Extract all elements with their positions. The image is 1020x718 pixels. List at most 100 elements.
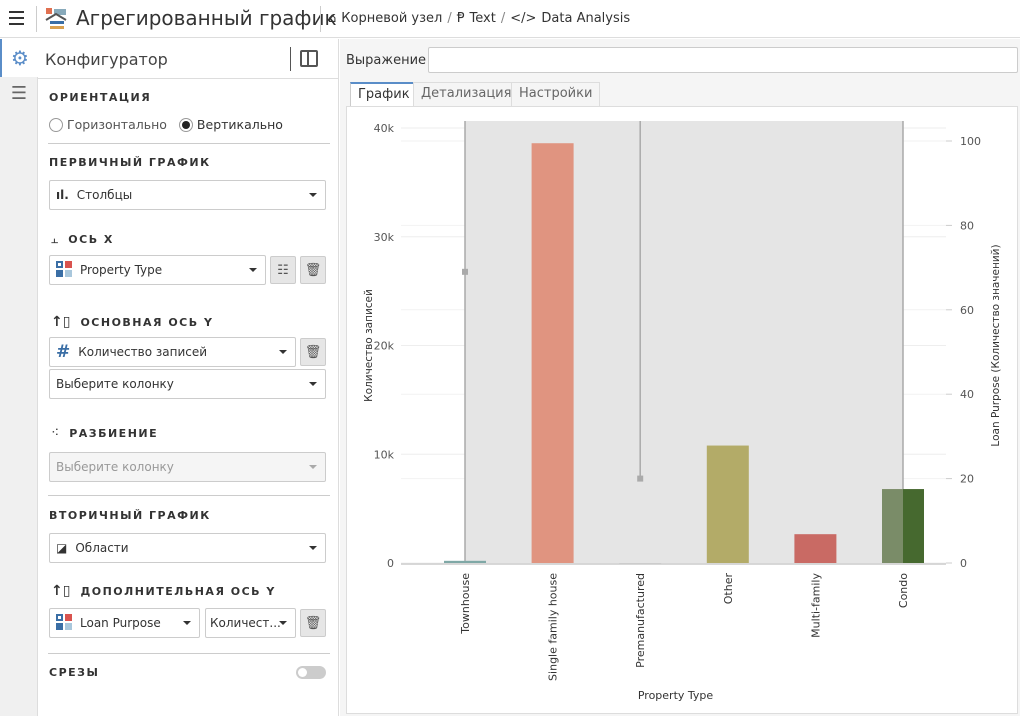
- divider: [320, 6, 321, 32]
- tab-chart[interactable]: График: [350, 82, 418, 106]
- sliders-icon[interactable]: ☰: [0, 83, 38, 113]
- y-axis-select[interactable]: # Количество записей: [49, 337, 296, 367]
- layout-toggle-icon[interactable]: [300, 50, 318, 67]
- orientation-label: ОРИЕНТАЦИЯ: [49, 91, 152, 104]
- x-axis-settings-button[interactable]: ☷: [270, 256, 296, 284]
- radio-vertical[interactable]: [178, 117, 193, 132]
- y2-tick-label: 20: [960, 473, 974, 486]
- x-tick-label: Townhouse: [459, 573, 472, 635]
- area-chart-icon: ◪: [56, 541, 68, 555]
- chevron-down-icon: [279, 621, 287, 625]
- y2-axis-title: Loan Purpose (Количество значений): [990, 244, 1002, 446]
- chevron-down-icon: [183, 621, 191, 625]
- x-tick-label: Single family house: [547, 573, 560, 681]
- y2-aggregate-select[interactable]: Количест...: [205, 608, 296, 638]
- divider: [48, 653, 330, 654]
- y-axis-icon: ↑▯: [51, 314, 71, 330]
- bar-other: [706, 445, 749, 563]
- x-tick-label: Multi-family: [809, 573, 822, 638]
- bar-single-family-house: [531, 143, 574, 563]
- bar-townhouse: [444, 560, 486, 563]
- y2-tick-label: 60: [960, 304, 974, 317]
- radio-horizontal-label: Горизонтально: [67, 117, 167, 132]
- y-aggregate-placeholder: Выберите колонку: [56, 377, 174, 391]
- y2-axis-delete-button[interactable]: 🗑: [300, 609, 326, 637]
- slices-toggle[interactable]: [296, 666, 326, 679]
- y2-tick-label: 40: [960, 388, 974, 401]
- chart-container: 0 10k 20k 30k 40k 0 20 40 60 80 100 Townhouse Single…: [346, 106, 1018, 714]
- y-axis-delete-button[interactable]: 🗑: [300, 338, 326, 366]
- main-area: Выражение График Детализация Настройки 0…: [340, 39, 1020, 716]
- category-column-icon: [56, 260, 72, 280]
- x-axis-delete-button[interactable]: 🗑: [300, 256, 326, 284]
- y-axis-label: ОСНОВНАЯ ОСЬ Y: [80, 315, 214, 329]
- breadcrumb-separator: /: [500, 11, 506, 26]
- split-select[interactable]: Выберите колонку: [49, 452, 326, 482]
- area-region: [465, 121, 903, 563]
- x-tick-label: Condo: [897, 573, 910, 608]
- primary-chart-select[interactable]: ıl. Столбцы: [49, 180, 326, 210]
- y-tick-label: 20k: [374, 340, 395, 353]
- breadcrumb-item[interactable]: Data Analysis: [541, 11, 630, 26]
- chevron-down-icon: [309, 382, 317, 386]
- text-node-icon: Ᵽ: [456, 11, 465, 26]
- chevron-down-icon: [279, 350, 287, 354]
- radio-horizontal[interactable]: [49, 117, 63, 132]
- x-axis-label: ОСЬ X: [68, 233, 114, 246]
- y2-axis-select[interactable]: Loan Purpose: [49, 608, 200, 638]
- breadcrumb-separator: /: [447, 11, 452, 26]
- y-aggregate-select[interactable]: Выберите колонку: [49, 369, 326, 399]
- side-rail: ⚙ ☰: [0, 39, 38, 716]
- area-bar-condo: [903, 489, 924, 563]
- trash-icon: 🗑: [304, 615, 322, 631]
- primary-chart-value: Столбцы: [76, 188, 133, 202]
- category-column-icon: [56, 613, 72, 633]
- y2-axis-icon: ↑▯: [51, 583, 71, 599]
- divider: [38, 78, 339, 79]
- trash-icon: 🗑: [304, 262, 322, 278]
- bar-chart-icon: ıl.: [56, 188, 69, 202]
- home-icon: ⌂: [328, 11, 337, 26]
- panel-title: Конфигуратор: [45, 50, 168, 69]
- top-bar: Агрегированный график ⌂ Корневой узел / …: [0, 0, 1020, 38]
- bar-multi-family: [794, 534, 837, 563]
- y-tick-label: 0: [387, 557, 394, 570]
- menu-icon[interactable]: [9, 11, 24, 25]
- y-axis-value: Количество записей: [78, 345, 208, 359]
- area-point: [462, 268, 468, 275]
- x-axis-icon: ⫠: [51, 232, 59, 246]
- chevron-down-icon: [309, 546, 317, 550]
- breadcrumb-item[interactable]: Text: [470, 11, 496, 26]
- chevron-down-icon: [309, 465, 317, 469]
- y2-aggregate-value: Количест...: [210, 616, 281, 630]
- app-logo-icon: [44, 6, 68, 30]
- chevron-down-icon: [249, 268, 257, 272]
- hash-icon: #: [56, 342, 71, 362]
- divider: [36, 6, 37, 32]
- slices-label: СРЕЗЫ: [49, 666, 100, 679]
- trash-icon: 🗑: [304, 344, 322, 360]
- y-axis-title: Количество записей: [363, 289, 375, 402]
- gear-icon[interactable]: ⚙: [0, 39, 38, 77]
- expression-input[interactable]: [428, 47, 1018, 73]
- x-tick-label: Premanufactured: [634, 573, 647, 668]
- x-axis-select[interactable]: Property Type: [49, 255, 266, 285]
- page-title: Агрегированный график: [76, 6, 337, 30]
- divider: [290, 47, 291, 71]
- breadcrumb-item[interactable]: Корневой узел: [341, 11, 442, 26]
- split-label: РАЗБИЕНИЕ: [69, 426, 159, 440]
- chart: 0 10k 20k 30k 40k 0 20 40 60 80 100 Townhouse Single…: [363, 121, 1002, 702]
- area-point: [637, 475, 644, 482]
- y2-axis-label: ДОПОЛНИТЕЛЬНАЯ ОСЬ Y: [80, 584, 276, 598]
- secondary-chart-value: Области: [75, 541, 129, 555]
- expression-label: Выражение: [346, 53, 427, 68]
- x-tick-label: Other: [722, 573, 735, 605]
- x-axis-title: Property Type: [638, 689, 714, 702]
- y2-tick-label: 80: [960, 219, 974, 232]
- secondary-chart-label: ВТОРИЧНЫЙ ГРАФИК: [49, 509, 211, 522]
- chevron-down-icon: [309, 193, 317, 197]
- secondary-chart-select[interactable]: ◪ Области: [49, 533, 326, 563]
- tab-drilldown[interactable]: Детализация: [413, 82, 520, 106]
- tab-settings[interactable]: Настройки: [511, 82, 601, 106]
- split-placeholder: Выберите колонку: [56, 460, 174, 474]
